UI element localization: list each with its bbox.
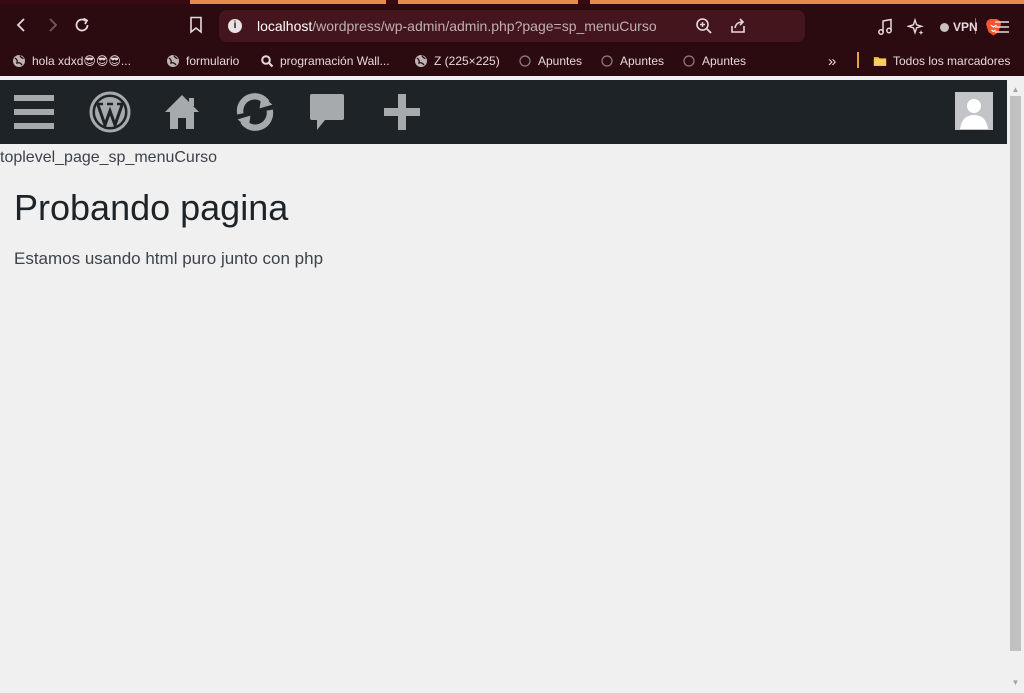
globe-icon bbox=[166, 54, 180, 68]
loading-icon bbox=[518, 54, 532, 68]
vpn-button[interactable]: VPN bbox=[940, 20, 978, 34]
bookmark-label: Apuntes bbox=[538, 54, 583, 68]
updates-icon[interactable] bbox=[233, 90, 277, 134]
globe-icon bbox=[12, 54, 26, 68]
folder-icon bbox=[873, 54, 887, 68]
scroll-up-arrow-icon[interactable]: ▲ bbox=[1010, 84, 1021, 96]
url-path: /wordpress/wp-admin/admin.php?page=sp_me… bbox=[312, 18, 657, 34]
bookmark-item[interactable]: formulario bbox=[166, 53, 239, 69]
bookmark-divider bbox=[857, 52, 859, 68]
reload-icon[interactable] bbox=[70, 13, 94, 37]
page-hook-name: toplevel_page_sp_menuCurso bbox=[0, 149, 218, 166]
user-icon bbox=[956, 93, 992, 129]
bookmark-label: programación Wall... bbox=[280, 54, 390, 68]
bookmark-icon[interactable] bbox=[184, 13, 208, 37]
share-icon[interactable] bbox=[727, 15, 749, 37]
arrow-left-icon[interactable] bbox=[10, 13, 34, 37]
home-icon[interactable] bbox=[160, 90, 204, 134]
sparkle-icon[interactable] bbox=[905, 16, 927, 38]
overflow-label: » bbox=[828, 52, 837, 70]
bookmark-label: formulario bbox=[186, 54, 240, 68]
url-text[interactable]: localhost/wordpress/wp-admin/admin.php?p… bbox=[257, 18, 657, 34]
url-host: localhost bbox=[257, 18, 313, 34]
wordpress-logo-icon[interactable] bbox=[88, 90, 132, 134]
info-icon[interactable]: i bbox=[228, 19, 242, 33]
scroll-down-arrow-icon[interactable]: ▼ bbox=[1010, 677, 1021, 689]
search-icon bbox=[260, 54, 274, 68]
bookmark-item[interactable]: Apuntes bbox=[600, 53, 664, 69]
loading-icon bbox=[600, 54, 614, 68]
bookmark-label: Apuntes bbox=[620, 54, 665, 68]
bookmark-item[interactable]: programación Wall... bbox=[260, 53, 390, 69]
loading-icon bbox=[682, 54, 696, 68]
vpn-status-icon bbox=[940, 22, 949, 32]
page-paragraph: Estamos usando html puro junto con php bbox=[14, 249, 324, 268]
menu-toggle-icon[interactable] bbox=[12, 90, 56, 134]
bookmarks-overflow-button[interactable]: » bbox=[828, 52, 837, 70]
bookmark-item[interactable]: Z (225×225) bbox=[414, 53, 500, 69]
comments-icon[interactable] bbox=[305, 90, 349, 134]
zoom-icon[interactable] bbox=[693, 15, 715, 37]
page-title: Probando pagina bbox=[14, 187, 289, 228]
all-bookmarks-folder[interactable]: Todos los marcadores bbox=[873, 53, 1010, 69]
browser-toolbar: i localhost/wordpress/wp-admin/admin.php… bbox=[0, 4, 1024, 46]
wp-admin-bar bbox=[0, 80, 1007, 144]
bookmark-label: Apuntes bbox=[702, 54, 747, 68]
all-bookmarks-label: Todos los marcadores bbox=[893, 54, 1011, 68]
arrow-right-icon[interactable] bbox=[40, 13, 64, 37]
bookmark-item[interactable]: Apuntes bbox=[518, 53, 582, 69]
bookmarks-bar: hola xdxd😎😎😎... formulario programación … bbox=[0, 46, 1024, 76]
music-icon[interactable] bbox=[874, 16, 896, 38]
vpn-label: VPN bbox=[953, 20, 978, 34]
globe-icon bbox=[414, 54, 428, 68]
bookmark-label: Z (225×225) bbox=[434, 54, 500, 68]
address-bar[interactable]: i localhost/wordpress/wp-admin/admin.php… bbox=[219, 10, 1001, 42]
bookmark-item[interactable]: Apuntes bbox=[682, 53, 746, 69]
new-content-icon[interactable] bbox=[380, 90, 424, 134]
bookmark-label: hola xdxd😎😎😎... bbox=[32, 54, 131, 68]
bookmark-item[interactable]: hola xdxd😎😎😎... bbox=[12, 53, 131, 69]
avatar[interactable] bbox=[955, 92, 993, 130]
scrollbar-thumb[interactable] bbox=[1010, 96, 1021, 651]
hamburger-icon[interactable] bbox=[991, 16, 1013, 38]
